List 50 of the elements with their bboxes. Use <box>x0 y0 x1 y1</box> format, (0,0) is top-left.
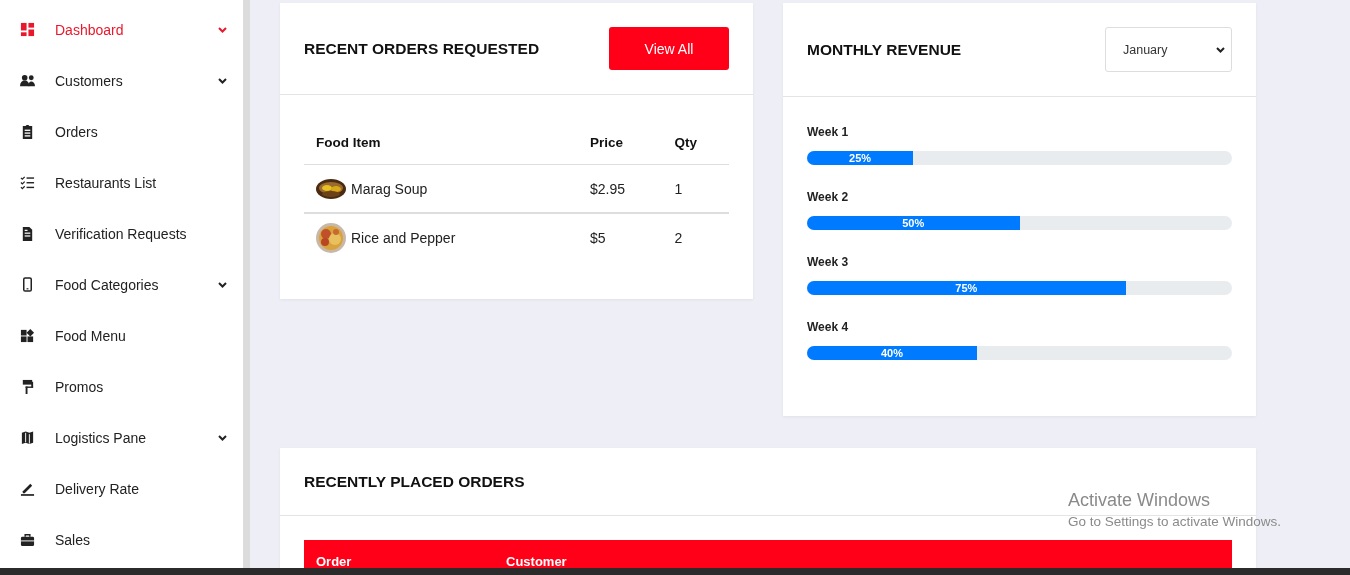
column-header: Price <box>578 121 663 165</box>
column-header: Order <box>315 555 353 568</box>
sidebar-item[interactable]: Promos <box>0 361 243 412</box>
progress-fill: 50% <box>807 216 1020 230</box>
menu-item-icon <box>20 481 35 496</box>
table-cell: Rice and Pepper <box>351 229 456 246</box>
week-label: Week 2 <box>807 190 850 204</box>
sidebar-item[interactable]: Logistics Pane <box>0 412 243 463</box>
view-all-button[interactable]: View All <box>609 27 729 70</box>
menu-item-icon <box>20 226 35 241</box>
sidebar-item[interactable]: Food Menu <box>0 310 243 361</box>
progress-fill: 40% <box>807 346 977 360</box>
month-select[interactable]: January <box>1105 27 1232 72</box>
chevron-down-icon <box>1216 46 1225 53</box>
week-label: Week 3 <box>807 255 850 269</box>
menu-item-icon <box>20 532 35 547</box>
card-title: RECENTLY PLACED ORDERS <box>304 472 525 491</box>
column-header: Food Item <box>304 121 578 165</box>
table-cell: Marag Soup <box>351 180 428 197</box>
scrollbar[interactable] <box>243 0 250 568</box>
sidebar-item[interactable]: Orders <box>0 106 243 157</box>
sidebar-item[interactable]: Restaurants List <box>0 157 243 208</box>
table-cell: $2.95 <box>578 164 663 213</box>
menu-item-icon <box>20 328 35 343</box>
activation-text: Go to Settings to activate Windows. <box>1068 514 1282 529</box>
column-header: Qty <box>662 121 729 165</box>
table-cell: 2 <box>662 213 729 261</box>
activation-title: Activate Windows <box>1068 490 1212 511</box>
week-label: Week 4 <box>807 320 850 334</box>
sidebar-item[interactable]: Verification Requests <box>0 208 243 259</box>
sidebar-item[interactable]: Customers <box>0 55 243 106</box>
menu-item-icon <box>20 175 35 190</box>
column-header: Customer <box>505 555 568 568</box>
week-label: Week 1 <box>807 125 850 139</box>
table-cell: $5 <box>578 213 663 261</box>
sidebar-item[interactable]: Food Categories <box>0 259 243 310</box>
menu-item-icon <box>20 22 35 37</box>
progress-fill: 25% <box>807 151 914 165</box>
card-title: RECENT ORDERS REQUESTED <box>304 39 540 58</box>
menu-item-icon <box>20 124 35 139</box>
table-cell: 1 <box>662 164 729 213</box>
menu-item-icon <box>20 379 35 394</box>
sidebar-item[interactable]: Sales <box>0 514 243 565</box>
menu-item-icon <box>20 73 35 88</box>
progress-fill: 75% <box>807 281 1126 295</box>
menu-item-icon <box>20 430 35 445</box>
menu-item-icon <box>20 277 35 292</box>
card-title: MONTHLY REVENUE <box>807 40 962 59</box>
sidebar-item[interactable]: Delivery Rate <box>0 463 243 514</box>
sidebar-item[interactable]: Dashboard <box>0 4 243 55</box>
